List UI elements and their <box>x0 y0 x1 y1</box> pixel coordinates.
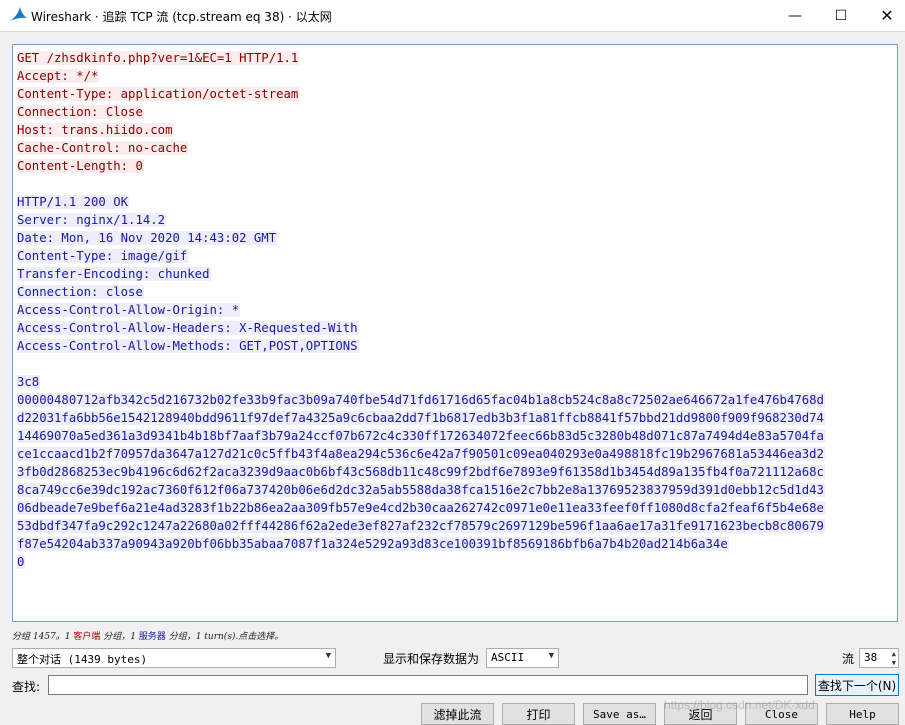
server-line: 8ca749cc6e39dc192ac7360f612f06a737420b06… <box>17 481 897 499</box>
server-line-text: Connection: close <box>17 285 144 299</box>
chevron-down-icon: ▼ <box>548 651 554 661</box>
server-line-text: f87e54204ab337a90943a920bf06bb35abaa7087… <box>17 537 729 551</box>
client-line: Cache-Control: no-cache <box>17 139 897 157</box>
client-line: Content-Type: application/octet-stream <box>17 85 897 103</box>
server-line: Connection: close <box>17 283 897 301</box>
server-line-text: 3fb0d2868253ec9b4196c6d62f2aca3239d9aac0… <box>17 465 825 479</box>
client-line-text: Accept: */* <box>17 69 100 83</box>
server-line-text: Access-Control-Allow-Methods: GET,POST,O… <box>17 339 359 353</box>
server-line-text: Access-Control-Allow-Origin: * <box>17 303 241 317</box>
minimize-button[interactable]: — <box>772 0 818 31</box>
stream-content-area[interactable]: GET /zhsdkinfo.php?ver=1&EC=1 HTTP/1.1 Ac… <box>12 44 898 622</box>
back-button[interactable]: 返回 <box>664 703 737 725</box>
client-line-text: GET /zhsdkinfo.php?ver=1&EC=1 HTTP/1.1 <box>17 51 300 65</box>
save-format-label: 显示和保存数据为 <box>383 652 480 666</box>
server-line-text: Transfer-Encoding: chunked <box>17 267 211 281</box>
stream-number-value: 38 <box>864 651 878 664</box>
find-next-button[interactable]: 查找下一个(N) <box>815 674 899 696</box>
status-prefix: 分组 1457。1 <box>12 632 74 642</box>
title-bar: Wireshark · 追踪 TCP 流 (tcp.stream eq 38) … <box>0 0 905 32</box>
save-as-button[interactable]: Save as… <box>583 703 656 725</box>
client-line-text: Content-Length: 0 <box>17 159 144 173</box>
filter-out-stream-button[interactable]: 滤掉此流 <box>421 703 494 725</box>
status-server-label: 服务器 <box>138 632 166 642</box>
server-line-text: 3c8 <box>17 375 41 389</box>
client-line: Content-Length: 0 <box>17 157 897 175</box>
status-client-label: 客户端 <box>73 632 101 642</box>
server-line: Content-Type: image/gif <box>17 247 897 265</box>
window-title: Wireshark · 追踪 TCP 流 (tcp.stream eq 38) … <box>31 10 332 24</box>
stream-label: 流 <box>842 652 855 666</box>
server-line: Date: Mon, 16 Nov 2020 14:43:02 GMT <box>17 229 897 247</box>
stream-number-spinbox[interactable]: 38 ▲ ▼ <box>859 648 899 668</box>
wireshark-fin-icon <box>9 7 27 21</box>
server-line: Transfer-Encoding: chunked <box>17 265 897 283</box>
stream-text: GET /zhsdkinfo.php?ver=1&EC=1 HTTP/1.1 Ac… <box>13 45 897 571</box>
server-line-text: d22031fa6bb56e1542128940bdd9611f97def7a4… <box>17 411 825 425</box>
server-line-text: Access-Control-Allow-Headers: X-Requeste… <box>17 321 359 335</box>
conversation-select[interactable]: 整个对话 (1439 bytes) ▼ <box>12 648 336 668</box>
server-line: 3c8 <box>17 373 897 391</box>
server-line-text: 8ca749cc6e39dc192ac7360f612f06a737420b06… <box>17 483 825 497</box>
server-line-text: 0 <box>17 555 26 569</box>
print-button[interactable]: 打印 <box>502 703 575 725</box>
chevron-down-icon[interactable]: ▼ <box>892 659 896 667</box>
server-line: ce1ccaacd1b2f70957da3647a127d21c0c5ffb43… <box>17 445 897 463</box>
server-line-text: Content-Type: image/gif <box>17 249 189 263</box>
client-line-text: Cache-Control: no-cache <box>17 141 189 155</box>
server-line: 00000480712afb342c5d216732b02fe33b9fac3b… <box>17 391 897 409</box>
server-line-text: 06dbeade7e9bef6a21e4ad3283f1b22b86ea2aa3… <box>17 501 825 515</box>
find-input[interactable] <box>48 675 808 695</box>
status-line: 分组 1457。1 客户端 分组，1 服务器 分组，1 turn(s).点击选择… <box>12 629 283 642</box>
server-line: Access-Control-Allow-Origin: * <box>17 301 897 319</box>
server-line-text: Date: Mon, 16 Nov 2020 14:43:02 GMT <box>17 231 278 245</box>
chevron-down-icon: ▼ <box>325 651 331 661</box>
client-line: GET /zhsdkinfo.php?ver=1&EC=1 HTTP/1.1 <box>17 49 897 67</box>
client-line-text: Content-Type: application/octet-stream <box>17 87 300 101</box>
server-line-text: HTTP/1.1 200 OK <box>17 195 130 209</box>
save-format-value: ASCII <box>491 651 525 664</box>
maximize-button[interactable]: ☐ <box>818 0 864 31</box>
client-line-text: Host: trans.hiido.com <box>17 123 174 137</box>
find-label: 查找: <box>12 680 41 694</box>
close-button[interactable]: Close <box>745 703 818 725</box>
server-line: 0 <box>17 553 897 571</box>
server-line: Server: nginx/1.14.2 <box>17 211 897 229</box>
server-line: 53dbdf347fa9c292c1247a22680a02fff44286f6… <box>17 517 897 535</box>
server-line-text: 53dbdf347fa9c292c1247a22680a02fff44286f6… <box>17 519 825 533</box>
client-line: Host: trans.hiido.com <box>17 121 897 139</box>
server-line: f87e54204ab337a90943a920bf06bb35abaa7087… <box>17 535 897 553</box>
close-window-button[interactable]: ✕ <box>864 0 905 31</box>
server-line: 3fb0d2868253ec9b4196c6d62f2aca3239d9aac0… <box>17 463 897 481</box>
client-line-text: Connection: Close <box>17 105 144 119</box>
server-line: 06dbeade7e9bef6a21e4ad3283f1b22b86ea2aa3… <box>17 499 897 517</box>
server-line-text: 00000480712afb342c5d216732b02fe33b9fac3b… <box>17 393 825 407</box>
server-line: 14469070a5ed361a3d9341b4b18bf7aaf3b79a24… <box>17 427 897 445</box>
save-format-select[interactable]: ASCII ▼ <box>486 648 559 668</box>
status-suffix: 分组，1 turn(s).点击选择。 <box>165 632 284 642</box>
chevron-up-icon[interactable]: ▲ <box>892 650 896 658</box>
status-mid: 分组，1 <box>100 632 139 642</box>
client-line: Accept: */* <box>17 67 897 85</box>
server-line: Access-Control-Allow-Methods: GET,POST,O… <box>17 337 897 355</box>
server-line: Access-Control-Allow-Headers: X-Requeste… <box>17 319 897 337</box>
server-line: HTTP/1.1 200 OK <box>17 193 897 211</box>
server-line: d22031fa6bb56e1542128940bdd9611f97def7a4… <box>17 409 897 427</box>
server-line-text: 14469070a5ed361a3d9341b4b18bf7aaf3b79a24… <box>17 429 825 443</box>
client-line: Connection: Close <box>17 103 897 121</box>
server-line-text: ce1ccaacd1b2f70957da3647a127d21c0c5ffb43… <box>17 447 825 461</box>
help-button[interactable]: Help <box>826 703 899 725</box>
server-line-text: Server: nginx/1.14.2 <box>17 213 167 227</box>
conversation-select-value: 整个对话 (1439 bytes) <box>17 653 148 666</box>
